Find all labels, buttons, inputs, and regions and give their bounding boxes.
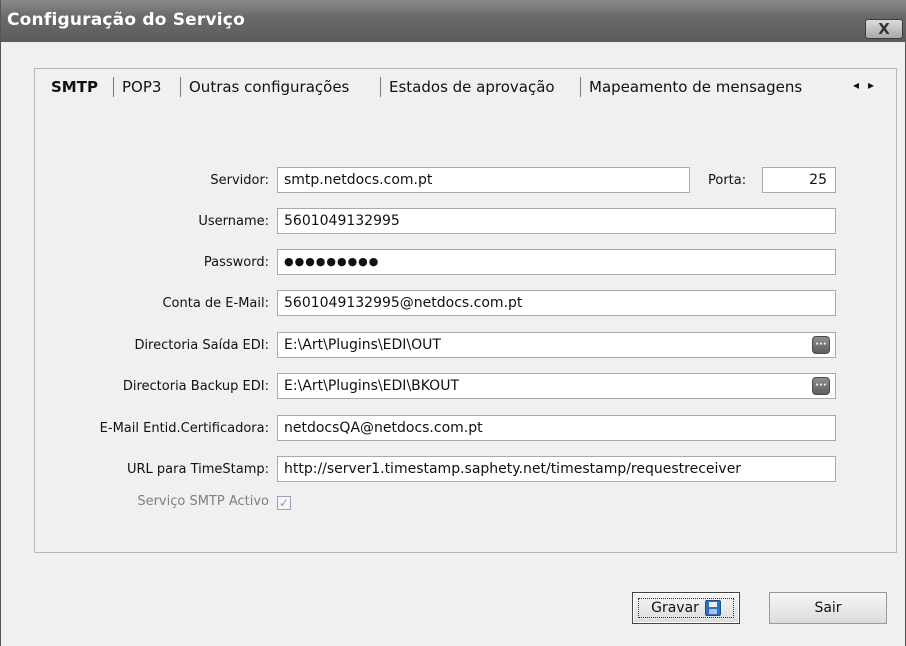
close-icon: X — [878, 19, 890, 38]
timestamp-url-input[interactable]: http://server1.timestamp.saphety.net/tim… — [277, 456, 836, 482]
smtp-active-label: Serviço SMTP Activo — [137, 494, 269, 509]
cert-email-input[interactable]: netdocsQA@netdocs.com.pt — [277, 415, 836, 441]
username-label: Username: — [198, 214, 269, 229]
edi-out-dir-label: Directoria Saída EDI: — [134, 338, 269, 353]
tab-mapeamento-mensagens[interactable]: Mapeamento de mensagens — [589, 78, 802, 96]
cert-email-label: E-Mail Entid.Certificadora: — [99, 421, 269, 436]
config-dialog: Configuração do Serviço X SMTP POP3 Outr… — [0, 0, 906, 646]
floppy-disk-icon — [704, 600, 721, 616]
tab-pop3[interactable]: POP3 — [122, 78, 161, 96]
tab-smtp[interactable]: SMTP — [51, 78, 98, 96]
server-input[interactable]: smtp.netdocs.com.pt — [277, 167, 690, 193]
edi-backup-dir-label: Directoria Backup EDI: — [122, 379, 269, 394]
browse-edi-out-button[interactable]: ··· — [812, 336, 830, 354]
close-button[interactable]: X — [865, 19, 903, 39]
tab-separator — [580, 77, 581, 97]
server-label: Servidor: — [210, 173, 269, 188]
password-label: Password: — [203, 255, 269, 270]
tab-separator — [380, 77, 381, 97]
tab-scroll-right-icon[interactable]: ▸ — [868, 78, 874, 92]
save-button[interactable]: Gravar — [632, 592, 740, 624]
edi-out-dir-input[interactable]: E:\Art\Plugins\EDI\OUT — [277, 332, 836, 358]
timestamp-url-label: URL para TimeStamp: — [126, 462, 269, 477]
title-bar[interactable]: Configuração do Serviço X — [1, 0, 906, 42]
email-account-input[interactable]: 5601049132995@netdocs.com.pt — [277, 290, 836, 316]
password-input[interactable]: ●●●●●●●●● — [277, 249, 836, 275]
email-account-label: Conta de E-Mail: — [162, 296, 269, 311]
edi-backup-dir-input[interactable]: E:\Art\Plugins\EDI\BKOUT — [277, 373, 836, 399]
tab-estados-aprovacao[interactable]: Estados de aprovação — [389, 78, 555, 96]
save-button-label: Gravar — [651, 600, 699, 616]
dialog-title: Configuração do Serviço — [7, 10, 245, 30]
checkmark-icon: ✓ — [278, 496, 290, 510]
port-input[interactable]: 25 — [762, 167, 836, 193]
tab-scroll-left-icon[interactable]: ◂ — [853, 78, 859, 92]
browse-edi-backup-button[interactable]: ··· — [812, 377, 830, 395]
username-input[interactable]: 5601049132995 — [277, 208, 836, 234]
port-label: Porta: — [708, 173, 747, 188]
tab-separator — [113, 77, 114, 97]
tab-strip: SMTP POP3 Outras configurações Estados d… — [35, 69, 896, 105]
smtp-active-checkbox[interactable]: ✓ — [277, 496, 291, 510]
exit-button-label: Sair — [814, 600, 842, 616]
tab-separator — [180, 77, 181, 97]
exit-button[interactable]: Sair — [769, 592, 887, 624]
tab-outras-configuracoes[interactable]: Outras configurações — [189, 78, 349, 96]
